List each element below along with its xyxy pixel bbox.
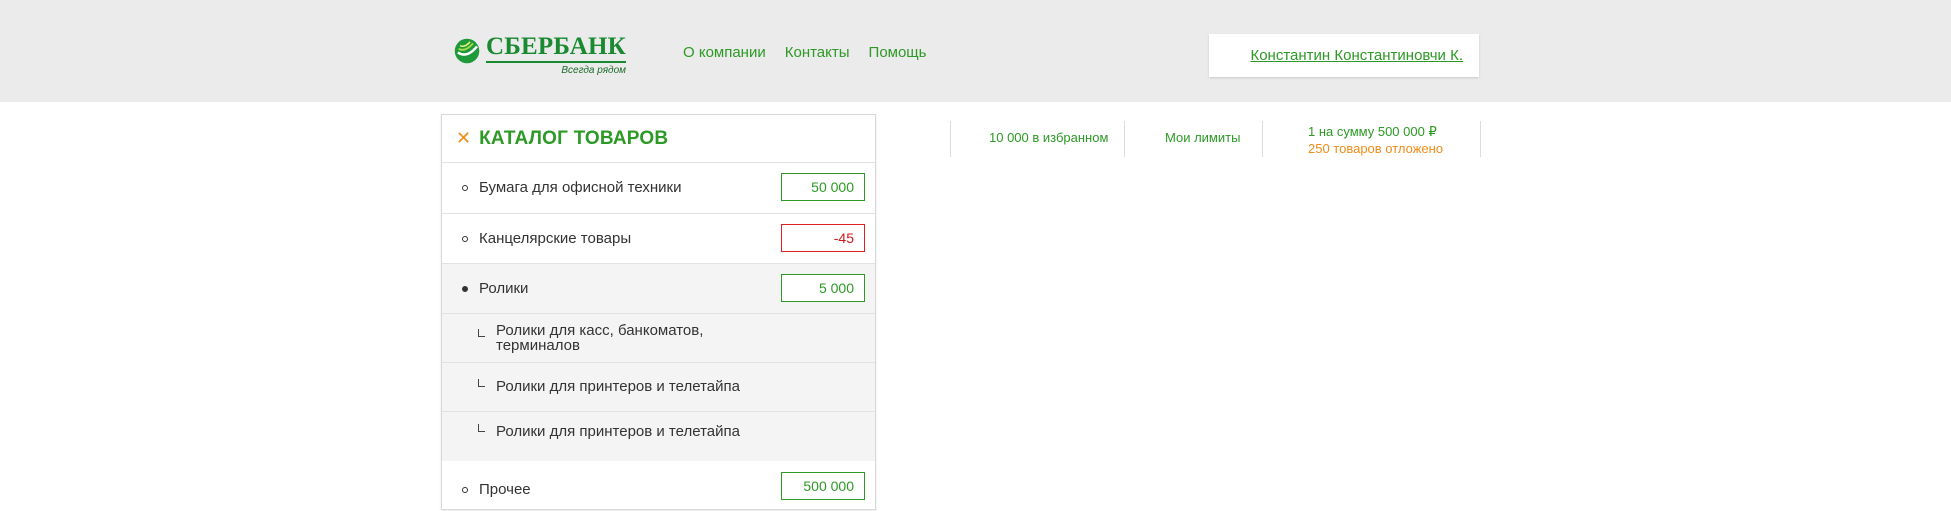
favorites-link[interactable]: 10 000 в избранном [989,130,1108,145]
divider [1124,121,1125,157]
catalog-row-other[interactable]: Прочее 500 000 [442,461,875,511]
quantity-field-error[interactable]: -45 [781,224,865,252]
logo-name: СБЕРБАНК [486,34,626,63]
catalog-header: ✕ КАТАЛОГ ТОВАРОВ [442,115,875,163]
bullet-icon [462,236,468,242]
catalog-row-stationery[interactable]: Канцелярские товары -45 [442,214,875,264]
user-name-link[interactable]: Константин Константиновчи К. [1250,47,1463,64]
tree-branch-icon [478,379,485,387]
subcategory-item[interactable]: Ролики для принтеров и телетайпа [442,412,875,461]
cart-sum[interactable]: 1 на сумму 500 000 ₽ [1308,124,1437,140]
tree-branch-icon [478,424,485,432]
logo-slogan: Всегда рядом [561,65,626,76]
user-panel: Константин Константиновчи К. [1209,34,1479,77]
subcategory-label: Ролики для принтеров и телетайпа [496,378,740,395]
catalog-row-paper[interactable]: Бумага для офисной техники 50 000 [442,163,875,214]
catalog-title: КАТАЛОГ ТОВАРОВ [479,127,669,149]
bullet-icon [462,185,468,191]
sberbank-logo-icon [454,38,480,64]
row-label: Прочее [479,481,531,498]
bullet-filled-icon [462,286,468,292]
divider [950,121,951,157]
divider [1480,121,1481,157]
divider [1262,121,1263,157]
subcategory-label: Ролики для принтеров и телетайпа [496,423,740,440]
quantity-field[interactable]: 50 000 [781,173,865,201]
nav-contacts[interactable]: Контакты [785,44,850,61]
row-label: Ролики [479,280,529,297]
quantity-field[interactable]: 5 000 [781,274,865,302]
quantity-field[interactable]: 500 000 [781,472,865,500]
nav-about[interactable]: О компании [683,44,766,61]
close-icon[interactable]: ✕ [456,128,471,149]
subcategory-item[interactable]: Ролики для касс, банкоматов, терминалов [442,314,875,363]
nav-help[interactable]: Помощь [869,44,927,61]
catalog-panel: ✕ КАТАЛОГ ТОВАРОВ Бумага для офисной тех… [441,114,876,510]
row-label: Бумага для офисной техники [479,179,682,196]
top-nav: О компании Контакты Помощь [683,44,926,61]
limits-link[interactable]: Мои лимиты [1165,130,1240,145]
top-header: СБЕРБАНК Всегда рядом О компании Контакт… [0,0,1951,102]
deferred-items[interactable]: 250 товаров отложено [1308,141,1443,156]
subcategory-label: Ролики для касс, банкоматов, терминалов [496,322,704,354]
tree-branch-icon [478,329,485,337]
sberbank-logo[interactable]: СБЕРБАНК Всегда рядом [454,34,626,82]
row-label: Канцелярские товары [479,230,632,247]
catalog-row-rolls[interactable]: Ролики 5 000 [442,264,875,314]
bullet-icon [462,487,468,493]
subcategory-item[interactable]: Ролики для принтеров и телетайпа [442,363,875,412]
